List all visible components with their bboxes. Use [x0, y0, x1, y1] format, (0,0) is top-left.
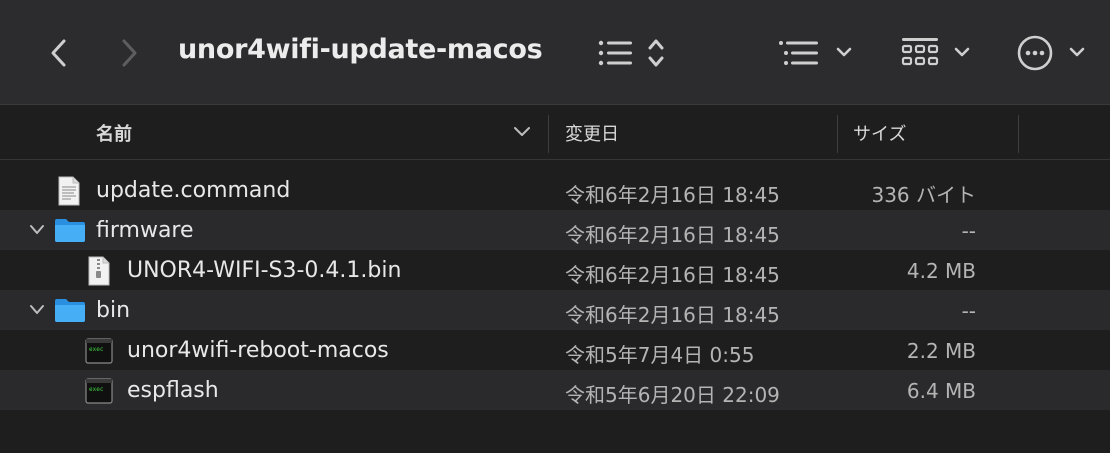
file-size: --: [961, 219, 976, 243]
folder-icon: [55, 219, 85, 242]
file-size: 2.2 MB: [906, 339, 976, 363]
grid-view-icon: [901, 38, 970, 66]
forward-button[interactable]: [112, 34, 146, 72]
chevron-left-icon: [51, 39, 66, 67]
file-date: 令和6年2月16日 18:45: [565, 223, 780, 247]
file-row[interactable]: UNOR4-WIFI-S3-0.4.1.bin 令和6年2月16日 18:45 …: [0, 250, 1110, 290]
list-view-icon: [779, 41, 852, 65]
file-date: 令和6年2月16日 18:45: [565, 303, 780, 327]
column-name-header[interactable]: 名前: [96, 120, 132, 146]
column-size-header[interactable]: サイズ: [853, 120, 906, 146]
file-row[interactable]: exec espflash 令和5年6月20日 22:09 6.4 MB: [0, 370, 1110, 410]
svg-text:exec: exec: [89, 386, 104, 393]
document-icon: [58, 176, 80, 206]
folder-row[interactable]: bin 令和6年2月16日 18:45 --: [0, 290, 1110, 330]
toolbar: unor4wifi-update-macos: [0, 0, 1110, 105]
chevron-down-icon[interactable]: [28, 302, 46, 318]
file-size: 336 バイト: [871, 183, 976, 207]
column-date-header[interactable]: 変更日: [565, 120, 619, 146]
more-actions-button[interactable]: [1016, 34, 1090, 72]
group-button[interactable]: [900, 36, 974, 70]
column-divider[interactable]: [837, 115, 838, 153]
sort-button[interactable]: [596, 36, 670, 70]
list-sort-icon: [598, 39, 664, 67]
svg-text:exec: exec: [89, 346, 104, 353]
zip-file-icon: [88, 256, 110, 286]
file-name: unor4wifi-reboot-macos: [127, 338, 389, 363]
column-divider[interactable]: [1018, 115, 1019, 153]
file-name: espflash: [127, 378, 219, 403]
file-name: firmware: [96, 218, 194, 243]
file-row[interactable]: update.command 令和6年2月16日 18:45 336 バイト: [0, 170, 1110, 210]
folder-row[interactable]: firmware 令和6年2月16日 18:45 --: [0, 210, 1110, 250]
ellipsis-circle-icon: [1017, 35, 1085, 71]
window-title: unor4wifi-update-macos: [178, 34, 543, 65]
column-divider[interactable]: [548, 115, 549, 153]
file-date: 令和6年2月16日 18:45: [565, 263, 780, 287]
chevron-down-icon[interactable]: [28, 222, 46, 238]
file-date: 令和6年2月16日 18:45: [565, 183, 780, 207]
file-date: 令和5年6月20日 22:09: [565, 383, 780, 407]
column-header: 名前 変更日 サイズ: [0, 105, 1110, 160]
chevron-right-icon: [122, 39, 137, 67]
file-size: 4.2 MB: [906, 259, 976, 283]
file-row[interactable]: exec unor4wifi-reboot-macos 令和5年7月4日 0:5…: [0, 330, 1110, 370]
view-options-button[interactable]: [776, 36, 856, 70]
file-name: update.command: [96, 178, 291, 203]
file-name: bin: [96, 298, 131, 323]
terminal-exec-icon: exec: [85, 378, 113, 404]
file-size: --: [961, 299, 976, 323]
terminal-exec-icon: exec: [85, 338, 113, 364]
folder-icon: [55, 299, 85, 322]
file-name: UNOR4-WIFI-S3-0.4.1.bin: [127, 258, 402, 283]
sort-chevron-down-icon[interactable]: [512, 125, 532, 139]
file-size: 6.4 MB: [906, 379, 976, 403]
file-date: 令和5年7月4日 0:55: [565, 343, 755, 367]
back-button[interactable]: [42, 34, 76, 72]
